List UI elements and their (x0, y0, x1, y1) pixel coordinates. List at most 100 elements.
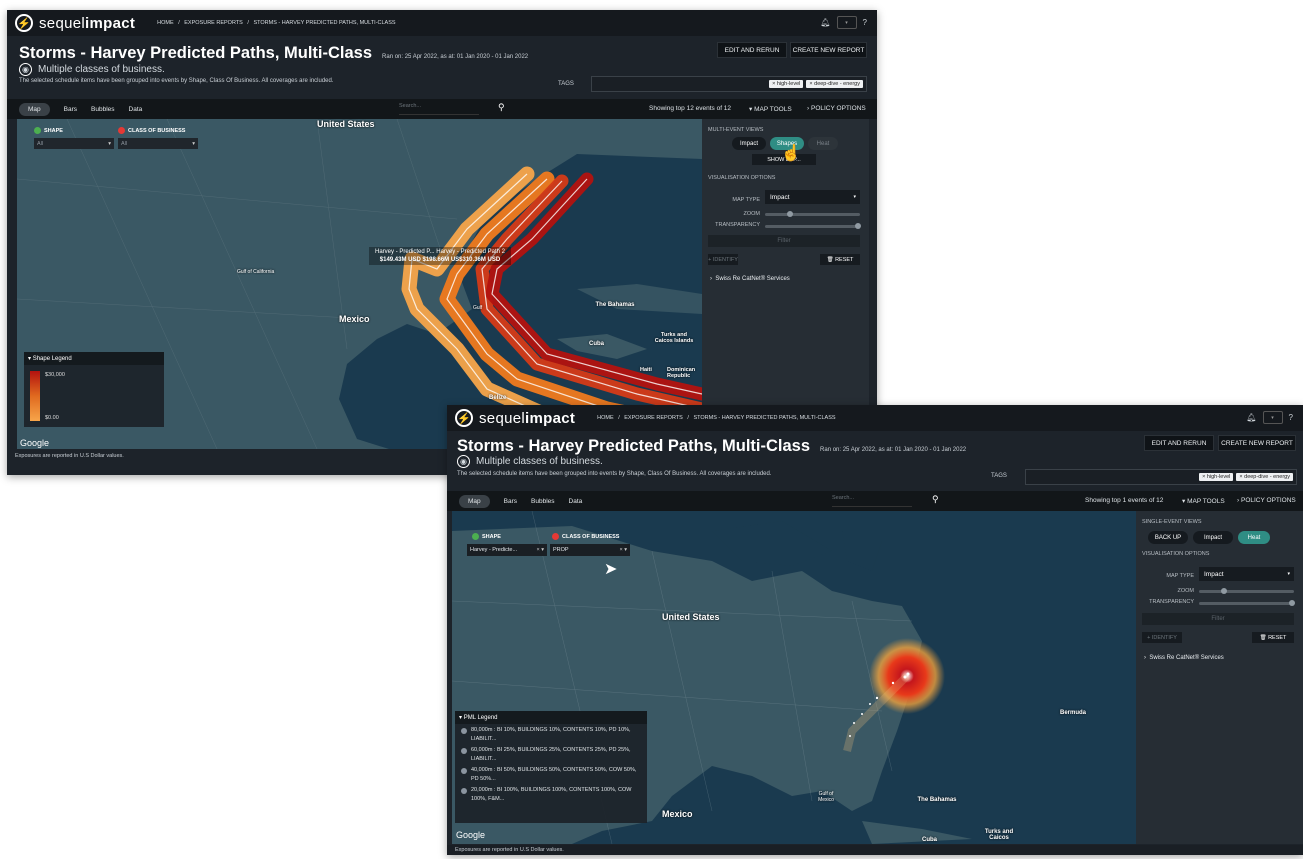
bell-icon[interactable]: 🔔︎ (820, 18, 830, 27)
zoom-slider-knob[interactable] (787, 211, 793, 217)
tag-high-level[interactable]: × high-level (769, 80, 804, 88)
label-dominican-republic: Dominican Republic (667, 367, 696, 379)
search-input[interactable]: Search... (832, 495, 912, 507)
map-type-select[interactable]: Impact ▾ (765, 190, 860, 204)
search-icon[interactable]: ⚲ (932, 494, 939, 505)
transparency-slider[interactable] (765, 223, 861, 229)
pml-legend-item: 40,000m : BI 50%, BUILDINGS 50%, CONTENT… (461, 766, 641, 784)
search-icon[interactable]: ⚲ (498, 102, 505, 113)
create-new-report-button[interactable]: CREATE NEW REPORT (790, 42, 867, 58)
tab-bubbles[interactable]: Bubbles (91, 106, 115, 113)
bolt-icon: ⚡ (15, 14, 33, 32)
reset-button[interactable]: 🗑︎ RESET (820, 254, 860, 265)
breadcrumb-current: STORMS - HARVEY PREDICTED PATHS, MULTI-C… (253, 20, 396, 26)
tab-bars[interactable]: Bars (64, 106, 77, 113)
tab-data[interactable]: Data (129, 106, 143, 113)
tags-label: TAGS (991, 473, 1007, 479)
tab-map[interactable]: Map (19, 102, 50, 116)
policy-options-menu[interactable]: › POLICY OPTIONS (807, 105, 866, 112)
catnet-services-toggle[interactable]: › Swiss Re CatNet® Services (1144, 655, 1224, 661)
circle-icon (461, 728, 467, 734)
user-dropdown[interactable]: ▾ (836, 16, 857, 29)
right-panel: MULTI-EVENT VIEWS Impact Shapes Heat SHO… (702, 119, 869, 449)
help-icon[interactable]: ? (1289, 413, 1293, 422)
impact-button[interactable]: Impact (1193, 531, 1233, 544)
ran-on-text: Ran on: 25 Apr 2022, as at: 01 Jan 2020 … (382, 54, 529, 60)
identify-button[interactable]: + IDENTIFY (1142, 632, 1182, 643)
legend-gradient (30, 371, 40, 421)
app-logo[interactable]: ⚡ sequelimpact (455, 409, 575, 427)
shape-filter-select[interactable]: All ▾ (34, 138, 114, 149)
pml-legend-item: 80,000m : BI 10%, BUILDINGS 10%, CONTENT… (461, 726, 641, 744)
circle-icon (461, 748, 467, 754)
google-logo: Google (20, 438, 50, 448)
top-nav-bar: ⚡ sequelimpact HOME / EXPOSURE REPORTS /… (7, 10, 877, 36)
breadcrumb-current: STORMS - HARVEY PREDICTED PATHS, MULTI-C… (693, 415, 836, 421)
impact-button[interactable]: Impact (732, 137, 766, 150)
map-canvas[interactable]: United States Bermuda Mexico Gulf of Mex… (452, 511, 1136, 844)
tags-input[interactable]: × high-level × deep-dive - energy (591, 76, 867, 92)
reset-button[interactable]: 🗑︎ RESET (1252, 632, 1294, 643)
tag-high-level[interactable]: × high-level (1199, 473, 1234, 481)
create-new-report-button[interactable]: CREATE NEW REPORT (1218, 435, 1296, 451)
tab-data[interactable]: Data (569, 498, 583, 505)
visualisation-heading: VISUALISATION OPTIONS (1142, 551, 1210, 557)
breadcrumb-exposure-reports[interactable]: EXPOSURE REPORTS (624, 415, 683, 421)
breadcrumb-home[interactable]: HOME (157, 20, 174, 26)
back-up-button[interactable]: BACK UP (1148, 531, 1188, 544)
tag-deep-dive-energy[interactable]: × deep-dive - energy (806, 80, 863, 88)
tab-bubbles[interactable]: Bubbles (531, 498, 555, 505)
label-turks-caicos: Turks and Caicos Islands (654, 332, 694, 344)
map-type-select[interactable]: Impact ▾ (1199, 567, 1294, 581)
filter-input[interactable]: Filter (1142, 613, 1294, 625)
report-description: The selected schedule items have been gr… (19, 78, 334, 84)
bell-icon[interactable]: 🔔︎ (1246, 413, 1256, 422)
filter-input[interactable]: Filter (708, 235, 860, 247)
heat-button[interactable]: Heat (808, 137, 838, 150)
breadcrumb-home[interactable]: HOME (597, 415, 614, 421)
event-popup[interactable]: Harvey - Predicted P... Harvey - Predict… (369, 247, 511, 265)
circle-icon (461, 788, 467, 794)
zoom-slider[interactable] (1199, 588, 1294, 594)
catnet-services-toggle[interactable]: › Swiss Re CatNet® Services (710, 276, 790, 282)
map-tools-menu[interactable]: ▾ MAP TOOLS (1182, 497, 1225, 505)
label-bahamas: The Bahamas (595, 302, 635, 308)
app-logo[interactable]: ⚡ sequelimpact (15, 14, 135, 32)
pml-legend-toggle[interactable]: ▾ PML Legend (455, 711, 647, 724)
cob-filter-select[interactable]: PROP × ▾ (550, 544, 630, 556)
shape-filter-select[interactable]: Harvey - Predicte... × ▾ (467, 544, 547, 556)
map-canvas[interactable]: United States Mexico Gulf of California … (17, 119, 702, 449)
zoom-slider-knob[interactable] (1221, 588, 1227, 594)
zoom-slider[interactable] (765, 211, 860, 217)
transparency-slider-knob[interactable] (855, 223, 861, 229)
shape-filter-label: SHAPE (34, 127, 63, 134)
edit-and-rerun-button[interactable]: EDIT AND RERUN (1144, 435, 1214, 451)
shape-legend-toggle[interactable]: ▾ Shape Legend (24, 352, 164, 365)
search-input[interactable]: Search... (399, 103, 479, 115)
identify-button[interactable]: + IDENTIFY (708, 254, 738, 265)
policy-options-menu[interactable]: › POLICY OPTIONS (1237, 497, 1296, 504)
edit-and-rerun-button[interactable]: EDIT AND RERUN (717, 42, 787, 58)
help-icon[interactable]: ? (863, 18, 867, 27)
single-event-views-heading: SINGLE-EVENT VIEWS (1142, 519, 1202, 525)
red-dot-icon (552, 533, 559, 540)
user-dropdown[interactable]: ▾ (1262, 411, 1283, 424)
tab-bars[interactable]: Bars (504, 498, 517, 505)
transparency-label: TRANSPARENCY (715, 222, 760, 228)
map-tools-menu[interactable]: ▾ MAP TOOLS (749, 105, 792, 113)
footer-note: Exposures are reported in U.S Dollar val… (447, 845, 1303, 855)
tag-deep-dive-energy[interactable]: × deep-dive - energy (1236, 473, 1293, 481)
tab-map[interactable]: Map (459, 494, 490, 508)
google-logo: Google (456, 830, 486, 840)
breadcrumb-exposure-reports[interactable]: EXPOSURE REPORTS (184, 20, 243, 26)
map-type-label: MAP TYPE (732, 197, 760, 203)
tags-input[interactable]: × high-level × deep-dive - energy (1025, 469, 1297, 485)
mouse-pointer-icon: ➤ (604, 561, 618, 578)
visualisation-heading: VISUALISATION OPTIONS (708, 175, 776, 181)
shape-legend: ▾ Shape Legend $30,000 $0.00 (24, 352, 164, 427)
cob-filter-select[interactable]: All ▾ (118, 138, 198, 149)
heat-button[interactable]: Heat (1238, 531, 1270, 544)
transparency-slider[interactable] (1199, 600, 1295, 606)
zoom-label: ZOOM (1177, 588, 1195, 594)
transparency-slider-knob[interactable] (1289, 600, 1295, 606)
